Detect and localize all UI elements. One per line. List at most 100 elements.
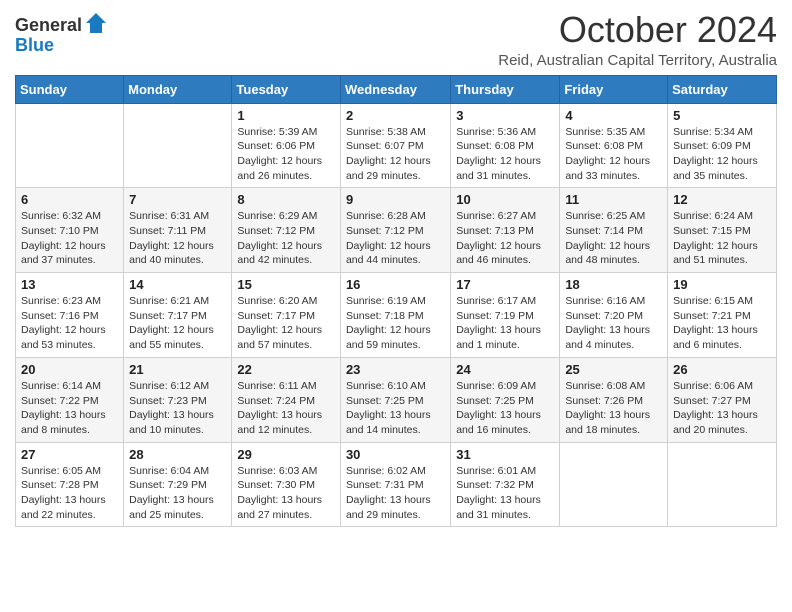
logo-blue-text: Blue	[15, 35, 54, 55]
day-number: 19	[673, 277, 771, 292]
day-info: Sunrise: 6:01 AM Sunset: 7:32 PM Dayligh…	[456, 464, 554, 523]
calendar-cell: 29 Sunrise: 6:03 AM Sunset: 7:30 PM Dayli…	[232, 442, 341, 527]
day-number: 3	[456, 108, 554, 123]
day-number: 9	[346, 192, 445, 207]
day-number: 20	[21, 362, 118, 377]
calendar-cell: 9 Sunrise: 6:28 AM Sunset: 7:12 PM Daylig…	[340, 188, 450, 273]
day-info: Sunrise: 6:03 AM Sunset: 7:30 PM Dayligh…	[237, 464, 335, 523]
calendar-week-row: 13 Sunrise: 6:23 AM Sunset: 7:16 PM Dayli…	[16, 273, 777, 358]
day-number: 21	[129, 362, 226, 377]
day-info: Sunrise: 6:05 AM Sunset: 7:28 PM Dayligh…	[21, 464, 118, 523]
day-info: Sunrise: 6:29 AM Sunset: 7:12 PM Dayligh…	[237, 209, 335, 268]
day-info: Sunrise: 6:09 AM Sunset: 7:25 PM Dayligh…	[456, 379, 554, 438]
weekday-header-cell: Saturday	[668, 75, 777, 103]
day-info: Sunrise: 5:39 AM Sunset: 6:06 PM Dayligh…	[237, 125, 335, 184]
calendar-cell: 28 Sunrise: 6:04 AM Sunset: 7:29 PM Dayli…	[124, 442, 232, 527]
calendar-body: 1 Sunrise: 5:39 AM Sunset: 6:06 PM Daylig…	[16, 103, 777, 527]
day-info: Sunrise: 5:34 AM Sunset: 6:09 PM Dayligh…	[673, 125, 771, 184]
calendar-cell: 5 Sunrise: 5:34 AM Sunset: 6:09 PM Daylig…	[668, 103, 777, 188]
day-number: 1	[237, 108, 335, 123]
calendar-cell: 12Sunrise: 6:24 AM Sunset: 7:15 PM Dayli…	[668, 188, 777, 273]
calendar-cell: 15 Sunrise: 6:20 AM Sunset: 7:17 PM Dayli…	[232, 273, 341, 358]
day-info: Sunrise: 5:38 AM Sunset: 6:07 PM Dayligh…	[346, 125, 445, 184]
weekday-header-cell: Wednesday	[340, 75, 450, 103]
day-number: 28	[129, 447, 226, 462]
day-number: 12	[673, 192, 771, 207]
calendar-cell: 25 Sunrise: 6:08 AM Sunset: 7:26 PM Dayli…	[560, 357, 668, 442]
day-info: Sunrise: 6:25 AM Sunset: 7:14 PM Dayligh…	[565, 209, 662, 268]
day-info: Sunrise: 6:16 AM Sunset: 7:20 PM Dayligh…	[565, 294, 662, 353]
day-number: 26	[673, 362, 771, 377]
calendar-cell: 17 Sunrise: 6:17 AM Sunset: 7:19 PM Dayli…	[451, 273, 560, 358]
day-info: Sunrise: 6:14 AM Sunset: 7:22 PM Dayligh…	[21, 379, 118, 438]
day-number: 5	[673, 108, 771, 123]
day-number: 7	[129, 192, 226, 207]
day-number: 17	[456, 277, 554, 292]
day-number: 25	[565, 362, 662, 377]
day-info: Sunrise: 6:02 AM Sunset: 7:31 PM Dayligh…	[346, 464, 445, 523]
day-info: Sunrise: 6:19 AM Sunset: 7:18 PM Dayligh…	[346, 294, 445, 353]
day-number: 11	[565, 192, 662, 207]
weekday-header-cell: Friday	[560, 75, 668, 103]
calendar-cell: 6Sunrise: 6:32 AM Sunset: 7:10 PM Daylig…	[16, 188, 124, 273]
calendar-cell: 19Sunrise: 6:15 AM Sunset: 7:21 PM Dayli…	[668, 273, 777, 358]
calendar-cell: 26 Sunrise: 6:06 AM Sunset: 7:27 PM Dayli…	[668, 357, 777, 442]
calendar-table: SundayMondayTuesdayWednesdayThursdayFrid…	[15, 75, 777, 528]
calendar-cell: 18Sunrise: 6:16 AM Sunset: 7:20 PM Dayli…	[560, 273, 668, 358]
day-info: Sunrise: 6:11 AM Sunset: 7:24 PM Dayligh…	[237, 379, 335, 438]
calendar-cell: 8Sunrise: 6:29 AM Sunset: 7:12 PM Daylig…	[232, 188, 341, 273]
calendar-cell: 3Sunrise: 5:36 AM Sunset: 6:08 PM Daylig…	[451, 103, 560, 188]
day-info: Sunrise: 6:32 AM Sunset: 7:10 PM Dayligh…	[21, 209, 118, 268]
day-info: Sunrise: 6:12 AM Sunset: 7:23 PM Dayligh…	[129, 379, 226, 438]
day-info: Sunrise: 6:21 AM Sunset: 7:17 PM Dayligh…	[129, 294, 226, 353]
weekday-header-row: SundayMondayTuesdayWednesdayThursdayFrid…	[16, 75, 777, 103]
month-title: October 2024	[498, 10, 777, 50]
day-number: 27	[21, 447, 118, 462]
day-number: 23	[346, 362, 445, 377]
day-number: 30	[346, 447, 445, 462]
calendar-cell: 22Sunrise: 6:11 AM Sunset: 7:24 PM Dayli…	[232, 357, 341, 442]
calendar-cell: 16 Sunrise: 6:19 AM Sunset: 7:18 PM Dayli…	[340, 273, 450, 358]
calendar-cell: 10Sunrise: 6:27 AM Sunset: 7:13 PM Dayli…	[451, 188, 560, 273]
day-info: Sunrise: 6:28 AM Sunset: 7:12 PM Dayligh…	[346, 209, 445, 268]
calendar-cell: 21 Sunrise: 6:12 AM Sunset: 7:23 PM Dayli…	[124, 357, 232, 442]
day-number: 15	[237, 277, 335, 292]
calendar-cell: 1 Sunrise: 5:39 AM Sunset: 6:06 PM Daylig…	[232, 103, 341, 188]
weekday-header-cell: Monday	[124, 75, 232, 103]
weekday-header-cell: Tuesday	[232, 75, 341, 103]
day-number: 31	[456, 447, 554, 462]
calendar-cell	[124, 103, 232, 188]
day-info: Sunrise: 6:04 AM Sunset: 7:29 PM Dayligh…	[129, 464, 226, 523]
calendar-cell: 20 Sunrise: 6:14 AM Sunset: 7:22 PM Dayli…	[16, 357, 124, 442]
location-title: Reid, Australian Capital Territory, Aust…	[498, 52, 777, 69]
title-area: October 2024 Reid, Australian Capital Te…	[498, 10, 777, 69]
day-number: 14	[129, 277, 226, 292]
calendar-cell: 13 Sunrise: 6:23 AM Sunset: 7:16 PM Dayli…	[16, 273, 124, 358]
logo: General Blue	[15, 16, 108, 56]
weekday-header-cell: Sunday	[16, 75, 124, 103]
day-info: Sunrise: 6:27 AM Sunset: 7:13 PM Dayligh…	[456, 209, 554, 268]
day-info: Sunrise: 6:06 AM Sunset: 7:27 PM Dayligh…	[673, 379, 771, 438]
day-info: Sunrise: 6:23 AM Sunset: 7:16 PM Dayligh…	[21, 294, 118, 353]
calendar-cell	[560, 442, 668, 527]
day-info: Sunrise: 6:17 AM Sunset: 7:19 PM Dayligh…	[456, 294, 554, 353]
calendar-cell: 27 Sunrise: 6:05 AM Sunset: 7:28 PM Dayli…	[16, 442, 124, 527]
calendar-cell: 24Sunrise: 6:09 AM Sunset: 7:25 PM Dayli…	[451, 357, 560, 442]
calendar-cell: 2 Sunrise: 5:38 AM Sunset: 6:07 PM Daylig…	[340, 103, 450, 188]
day-number: 29	[237, 447, 335, 462]
day-number: 16	[346, 277, 445, 292]
logo-general-text: General	[15, 16, 82, 36]
day-info: Sunrise: 5:35 AM Sunset: 6:08 PM Dayligh…	[565, 125, 662, 184]
day-number: 2	[346, 108, 445, 123]
day-number: 13	[21, 277, 118, 292]
calendar-cell: 7Sunrise: 6:31 AM Sunset: 7:11 PM Daylig…	[124, 188, 232, 273]
calendar-week-row: 20 Sunrise: 6:14 AM Sunset: 7:22 PM Dayli…	[16, 357, 777, 442]
calendar-week-row: 27 Sunrise: 6:05 AM Sunset: 7:28 PM Dayli…	[16, 442, 777, 527]
calendar-cell: 11 Sunrise: 6:25 AM Sunset: 7:14 PM Dayli…	[560, 188, 668, 273]
calendar-cell: 4Sunrise: 5:35 AM Sunset: 6:08 PM Daylig…	[560, 103, 668, 188]
calendar-week-row: 6Sunrise: 6:32 AM Sunset: 7:10 PM Daylig…	[16, 188, 777, 273]
logo-icon	[84, 11, 108, 35]
day-info: Sunrise: 6:08 AM Sunset: 7:26 PM Dayligh…	[565, 379, 662, 438]
calendar-cell: 23Sunrise: 6:10 AM Sunset: 7:25 PM Dayli…	[340, 357, 450, 442]
day-info: Sunrise: 6:20 AM Sunset: 7:17 PM Dayligh…	[237, 294, 335, 353]
